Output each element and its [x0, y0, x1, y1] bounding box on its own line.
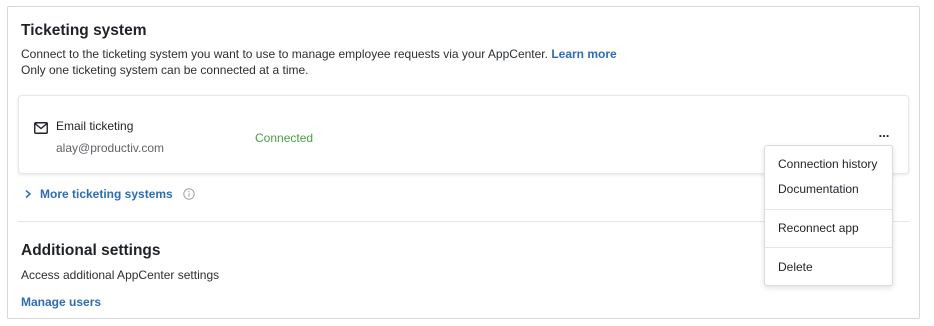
- menu-item-delete[interactable]: Delete: [778, 260, 813, 274]
- menu-item-connection-history[interactable]: Connection history: [778, 157, 877, 171]
- manage-users-link[interactable]: Manage users: [21, 295, 101, 309]
- options-dropdown-menu: Connection history Documentation Reconne…: [764, 145, 893, 286]
- chevron-right-icon: [25, 189, 32, 199]
- mail-icon: [34, 122, 48, 134]
- learn-more-link[interactable]: Learn more: [551, 47, 616, 61]
- connection-name: Email ticketing: [56, 119, 134, 133]
- section-title: Ticketing system: [21, 22, 147, 39]
- additional-settings-title: Additional settings: [21, 242, 161, 259]
- more-ticketing-systems-toggle[interactable]: More ticketing systems: [22, 187, 195, 201]
- description-text: Connect to the ticketing system you want…: [21, 47, 548, 61]
- menu-divider: [765, 209, 892, 210]
- connection-email: alay@productiv.com: [56, 141, 164, 155]
- info-icon[interactable]: [183, 188, 195, 200]
- more-ticketing-systems-label: More ticketing systems: [40, 187, 173, 201]
- section-description: Connect to the ticketing system you want…: [21, 46, 617, 78]
- menu-item-reconnect-app[interactable]: Reconnect app: [778, 221, 859, 235]
- menu-divider: [765, 247, 892, 248]
- more-options-icon[interactable]: ...: [876, 126, 892, 140]
- connection-status: Connected: [255, 131, 314, 145]
- additional-settings-description: Access additional AppCenter settings: [21, 268, 220, 282]
- menu-item-documentation[interactable]: Documentation: [778, 182, 859, 196]
- connection-limit-note: Only one ticketing system can be connect…: [21, 63, 309, 77]
